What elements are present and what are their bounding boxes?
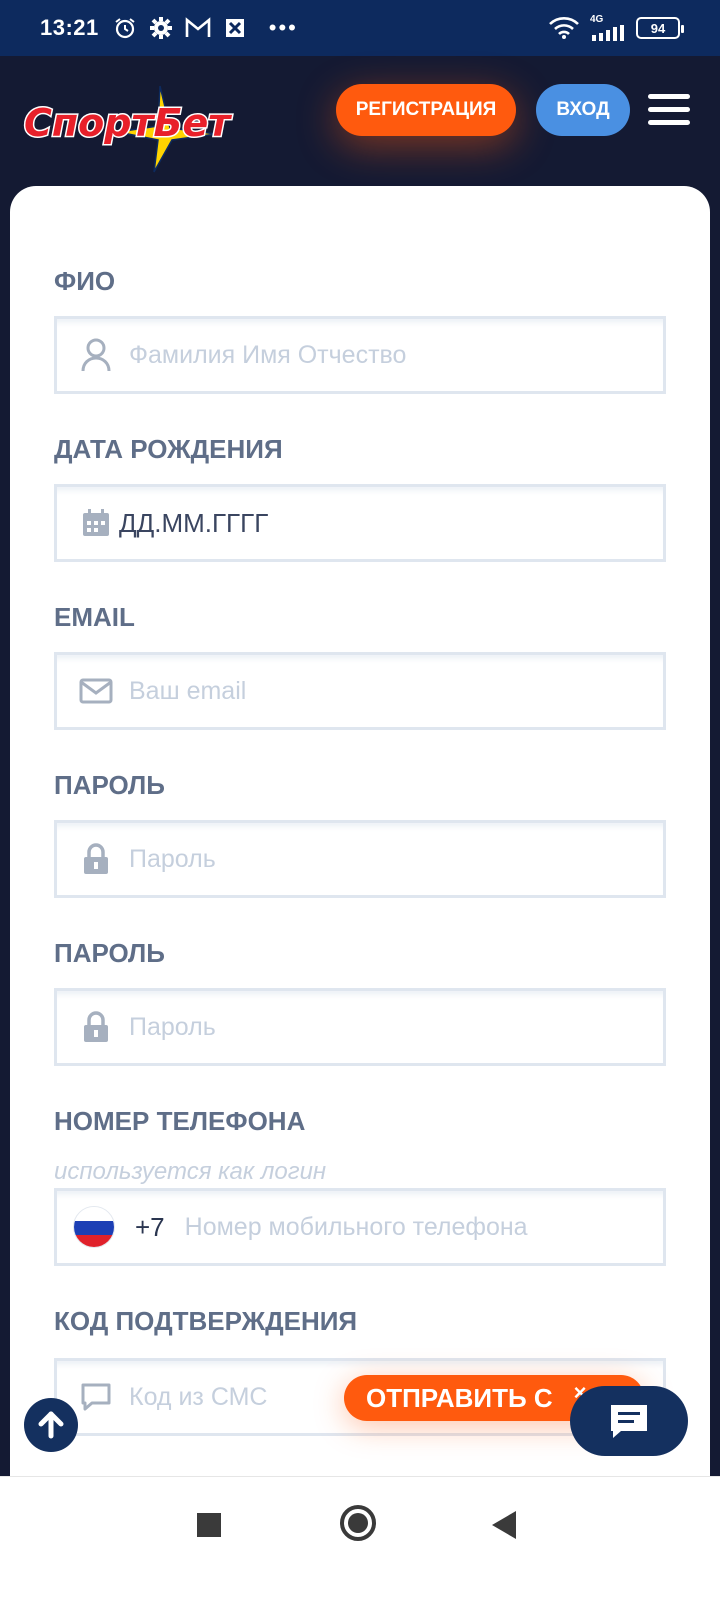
password-repeat-input[interactable] (129, 1012, 609, 1042)
birthdate-value: ДД.ММ.ГГГГ (119, 507, 269, 538)
calendar-icon (79, 506, 113, 540)
password-label: ПАРОЛЬ (54, 770, 165, 800)
recent-apps-icon[interactable] (197, 1513, 221, 1537)
register-button[interactable]: РЕГИСТРАЦИЯ (336, 84, 516, 136)
sportbet-logo[interactable]: СпортБет (20, 84, 260, 174)
lock-icon (79, 1010, 113, 1044)
battery-level: 94 (650, 20, 666, 36)
phone-input[interactable] (184, 1212, 605, 1242)
email-field[interactable] (54, 652, 666, 730)
birthdate-label: ДАТА РОЖДЕНИЯ (54, 434, 283, 464)
signal-icon (592, 25, 624, 41)
user-icon (79, 338, 113, 372)
chat-icon (611, 1405, 647, 1438)
logo-text: СпортБет (24, 101, 232, 145)
app-diamond-icon (225, 19, 244, 37)
battery-indicator: 94 (636, 17, 684, 39)
status-time: 13:21 (40, 15, 99, 40)
password-repeat-label: ПАРОЛЬ (54, 938, 165, 968)
status-bar: 13:21 ••• 4G 94 (0, 0, 720, 56)
fio-label: ФИО (54, 266, 116, 296)
password-field[interactable] (54, 820, 666, 898)
phone-prefix: +7 (135, 1211, 165, 1242)
status-icons: ••• (113, 15, 298, 41)
signal-group: 4G (590, 15, 626, 41)
home-icon[interactable] (340, 1505, 376, 1541)
chat-bubble-icon (79, 1380, 113, 1414)
network-type: 4G (590, 14, 604, 25)
envelope-icon (79, 674, 113, 708)
email-input[interactable] (129, 676, 609, 706)
hamburger-menu-icon[interactable] (648, 94, 690, 126)
fio-input[interactable] (129, 340, 609, 370)
code-input[interactable] (129, 1382, 349, 1412)
alarm-icon (115, 18, 135, 39)
phone-field[interactable]: +7 (54, 1188, 666, 1266)
site-header: СпортБет РЕГИСТРАЦИЯ ВХОД (0, 56, 720, 186)
back-icon[interactable] (492, 1511, 516, 1539)
password-input[interactable] (129, 844, 609, 874)
scroll-top-button[interactable] (24, 1398, 78, 1452)
more-notifications-icon: ••• (268, 15, 298, 40)
birthdate-field[interactable]: ДД.ММ.ГГГГ (54, 484, 666, 562)
email-label: EMAIL (54, 602, 135, 632)
registration-form: ФИО ДАТА РОЖДЕНИЯ ДД.ММ.ГГГГ EMAIL ПАРОЛ… (10, 186, 710, 1506)
login-button[interactable]: ВХОД (536, 84, 630, 136)
system-nav-bar (0, 1476, 720, 1600)
code-label: КОД ПОДТВЕРЖДЕНИЯ (54, 1306, 358, 1336)
password-repeat-field[interactable] (54, 988, 666, 1066)
wifi-icon (549, 17, 579, 39)
mail-m-icon (185, 17, 211, 37)
arrow-up-icon (38, 1411, 64, 1439)
phone-hint: используется как логин (54, 1158, 327, 1185)
fio-field[interactable] (54, 316, 666, 394)
gear-icon (149, 17, 172, 39)
russia-flag-icon[interactable] (73, 1206, 115, 1248)
status-right: 4G 94 (548, 15, 684, 41)
lock-icon (79, 842, 113, 876)
support-chat-button[interactable] (570, 1386, 688, 1456)
phone-label: НОМЕР ТЕЛЕФОНА (54, 1106, 306, 1136)
